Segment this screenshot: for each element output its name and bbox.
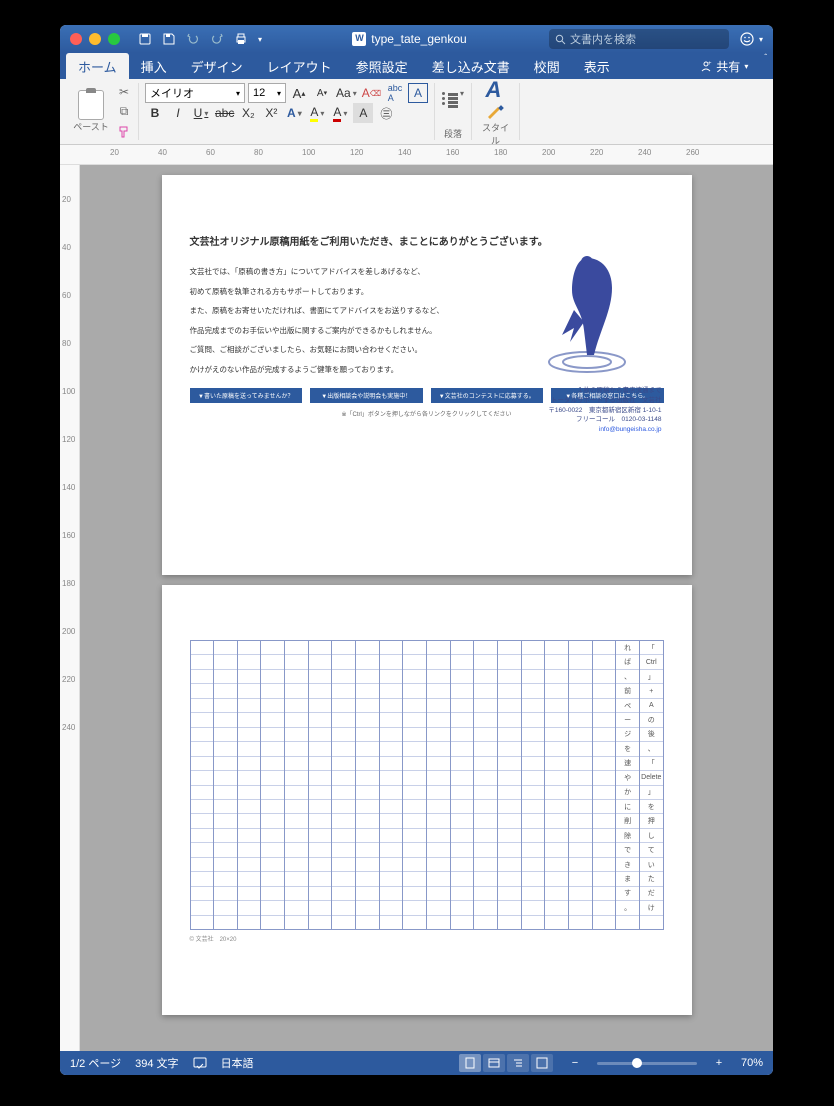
increase-font-icon[interactable]: A▴ [289, 83, 309, 103]
logo-block: １枚の原稿から書店流通までトータルサポートする出版社 文芸社〒160-0022 … [512, 250, 662, 435]
decrease-font-icon[interactable]: A▾ [312, 83, 332, 103]
redo-icon[interactable] [210, 32, 224, 46]
language[interactable]: 日本語 [221, 1055, 254, 1071]
tab-mailings[interactable]: 差し込み文書 [420, 53, 522, 79]
save-icon[interactable] [162, 32, 176, 46]
font-size-select[interactable]: 12▾ [248, 83, 286, 103]
bold-button[interactable]: B [145, 103, 165, 123]
paragraph-group: ▾ 段落 [439, 83, 472, 140]
outline-view-icon[interactable] [507, 1054, 529, 1072]
character-shading-icon[interactable]: A [353, 103, 373, 123]
company-logo [532, 250, 642, 380]
filename: type_tate_genkou [371, 32, 466, 46]
manuscript-grid: れば、前ページを速やかに削除できます。「Ctrl」+Aの後、「Delete」を押… [190, 640, 664, 930]
focus-view-icon[interactable] [531, 1054, 553, 1072]
strikethrough-button[interactable]: abc [214, 103, 235, 123]
phonetic-guide-icon[interactable]: abcA [385, 83, 405, 103]
doc-body: 文芸社では、「原稿の書き方」についてアドバイスを差しあげるなど、初めて原稿を執筆… [190, 264, 455, 378]
search-box[interactable]: 文書内を検索 [549, 29, 729, 49]
share-icon: + [700, 60, 712, 72]
highlight-color-icon[interactable]: A▾ [307, 103, 327, 123]
titlebar: ▾ type_tate_genkou 文書内を検索 ▾ [60, 25, 773, 53]
text-effects-icon[interactable]: A▾ [284, 103, 304, 123]
paste-button[interactable]: ペースト [68, 90, 114, 133]
undo-icon[interactable] [186, 32, 200, 46]
autosave-icon[interactable] [138, 32, 152, 46]
view-buttons [459, 1054, 553, 1072]
page-count[interactable]: 1/2 ページ [70, 1055, 121, 1071]
logo-text: １枚の原稿から書店流通までトータルサポートする出版社 文芸社〒160-0022 … [512, 386, 662, 435]
character-border-icon[interactable]: A [408, 83, 428, 103]
search-icon [555, 34, 566, 45]
copy-icon[interactable]: ⧉ [116, 104, 132, 120]
zoom-out-button[interactable]: − [567, 1055, 583, 1071]
subscript-button[interactable]: X₂ [238, 103, 258, 123]
vertical-ruler[interactable]: 20406080100120140160180200220240 [60, 165, 80, 1051]
minimize-button[interactable] [89, 33, 101, 45]
doc-paragraph: ご質問、ご相談がございましたら、お気軽にお問い合わせください。 [190, 342, 455, 359]
logo-email-link[interactable]: info@bungeisha.co.jp [512, 425, 662, 435]
styles-pane-icon[interactable]: A [486, 77, 506, 121]
link-button[interactable]: ▼書いた原稿を送ってみませんか？ [190, 388, 303, 403]
page-1[interactable]: 文芸社オリジナル原稿用紙をご利用いただき、まことにありがとうございます。 文芸社… [162, 175, 692, 575]
ribbon: ペースト ✂ ⧉ メイリオ▾ 12▾ A▴ A▾ Aa▾ [60, 79, 773, 145]
app-window: ▾ type_tate_genkou 文書内を検索 ▾ ホーム 挿入 デザイン … [60, 25, 773, 1075]
doc-paragraph: 作品完成までのお手伝いや出版に関するご案内ができるかもしれません。 [190, 323, 455, 340]
link-button[interactable]: ▼出版相談会や説明会も実施中！ [310, 388, 423, 403]
chevron-down-icon[interactable]: ▾ [759, 35, 763, 44]
clipboard-icon [78, 90, 104, 120]
doc-paragraph: また、原稿をお寄せいただければ、書面にてアドバイスをお送りするなど、 [190, 303, 455, 320]
format-painter-icon[interactable] [116, 124, 132, 140]
page-2[interactable]: れば、前ページを速やかに削除できます。「Ctrl」+Aの後、「Delete」を押… [162, 585, 692, 1015]
tab-review[interactable]: 校閲 [522, 53, 572, 79]
doc-title: 文芸社オリジナル原稿用紙をご利用いただき、まことにありがとうございます。 [190, 233, 664, 248]
doc-paragraph: かけがえのない作品が完成するようご健筆を願っております。 [190, 362, 455, 379]
horizontal-ruler[interactable]: 20406080100120140160180200220240260 [60, 145, 773, 165]
font-color-icon[interactable]: A▾ [330, 103, 350, 123]
bullets-icon[interactable]: ▾ [441, 83, 465, 103]
statusbar: 1/2 ページ 394 文字 日本語 − + 70% [60, 1051, 773, 1075]
tab-layout[interactable]: レイアウト [255, 53, 344, 79]
share-button[interactable]: + 共有 ▾ [690, 53, 758, 79]
enclose-characters-icon[interactable]: ㊂ [376, 103, 396, 123]
cut-icon[interactable]: ✂ [116, 84, 132, 100]
doc-paragraph: 文芸社では、「原稿の書き方」についてアドバイスを差しあげるなど、 [190, 264, 455, 281]
document-scroll[interactable]: 文芸社オリジナル原稿用紙をご利用いただき、まことにありがとうございます。 文芸社… [80, 165, 773, 1051]
change-case-icon[interactable]: Aa▾ [335, 83, 358, 103]
tab-design[interactable]: デザイン [179, 53, 255, 79]
spellcheck-icon[interactable] [193, 1056, 207, 1070]
tab-view[interactable]: 表示 [572, 53, 622, 79]
print-icon[interactable] [234, 32, 248, 46]
doc-paragraph: 初めて原稿を執筆される方もサポートしております。 [190, 284, 455, 301]
smiley-icon[interactable] [739, 31, 755, 47]
collapse-ribbon-icon[interactable]: ˆ [758, 53, 773, 79]
window-controls [60, 33, 130, 45]
search-placeholder: 文書内を検索 [570, 31, 636, 47]
word-count[interactable]: 394 文字 [135, 1055, 178, 1071]
tab-insert[interactable]: 挿入 [129, 53, 179, 79]
clear-formatting-icon[interactable]: A⌫ [361, 83, 382, 103]
svg-text:+: + [708, 61, 712, 67]
tab-home[interactable]: ホーム [66, 53, 129, 79]
zoom-in-button[interactable]: + [711, 1055, 727, 1071]
qat-customize-icon[interactable]: ▾ [258, 35, 262, 44]
font-family-select[interactable]: メイリオ▾ [145, 83, 245, 103]
italic-button[interactable]: I [168, 103, 188, 123]
tab-references[interactable]: 参照設定 [344, 53, 420, 79]
underline-button[interactable]: U▾ [191, 103, 211, 123]
ribbon-tabs: ホーム 挿入 デザイン レイアウト 参照設定 差し込み文書 校閲 表示 + 共有… [60, 53, 773, 79]
web-layout-view-icon[interactable] [483, 1054, 505, 1072]
maximize-button[interactable] [108, 33, 120, 45]
document-area: 20406080100120140160180200220240 文芸社オリジナ… [60, 165, 773, 1051]
close-button[interactable] [70, 33, 82, 45]
print-layout-view-icon[interactable] [459, 1054, 481, 1072]
zoom-slider[interactable] [597, 1062, 697, 1065]
document-icon [352, 32, 366, 46]
styles-group: A スタイル [476, 83, 520, 140]
zoom-level[interactable]: 70% [741, 1057, 763, 1069]
manuscript-footer: © 文芸社 20×20 [190, 934, 664, 943]
superscript-button[interactable]: X² [261, 103, 281, 123]
